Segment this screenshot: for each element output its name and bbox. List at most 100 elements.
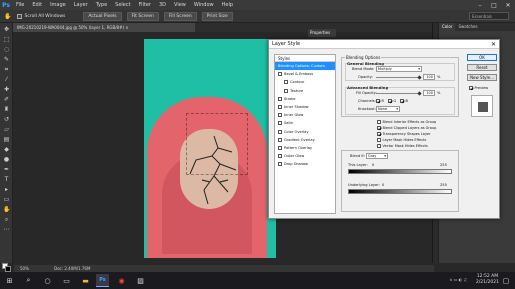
style-checkbox[interactable]: [278, 113, 282, 118]
move-tool-icon[interactable]: ✥: [3, 27, 10, 33]
advanced-option[interactable]: Layer Mask Hides Effects: [377, 138, 426, 142]
style-item[interactable]: Inner Shadow: [275, 103, 335, 111]
fill-opacity-thumb[interactable]: [417, 91, 422, 96]
style-checkbox[interactable]: [278, 121, 282, 126]
style-checkbox[interactable]: [278, 162, 282, 167]
minimize-button[interactable]: –: [473, 0, 487, 10]
brush-tool-icon[interactable]: ✐: [3, 97, 10, 103]
more-tools-icon[interactable]: ⋯: [3, 227, 10, 233]
style-item[interactable]: Pattern Overlay: [275, 144, 335, 152]
maximize-button[interactable]: □: [487, 0, 501, 10]
style-item[interactable]: Gradient Overlay: [275, 136, 335, 144]
dialog-close-icon[interactable]: ✕: [491, 40, 496, 49]
styles-header[interactable]: Styles: [275, 55, 335, 62]
channel-g-checkbox[interactable]: [388, 99, 392, 103]
channel-r-checkbox[interactable]: [376, 99, 380, 103]
eraser-tool-icon[interactable]: ▱: [3, 127, 10, 133]
advanced-option-checkbox[interactable]: [377, 138, 381, 142]
channel-r[interactable]: R: [376, 99, 384, 103]
tab-properties[interactable]: Properties: [308, 29, 336, 37]
opacity-input[interactable]: 100: [423, 74, 435, 80]
advanced-option[interactable]: Blend Interior Effects as Group: [377, 120, 436, 124]
menu-image[interactable]: Image: [46, 2, 70, 8]
channel-b[interactable]: B: [400, 99, 408, 103]
style-item[interactable]: Bevel & Emboss: [275, 70, 335, 78]
menu-window[interactable]: Window: [190, 2, 218, 8]
opacity-slider-thumb[interactable]: [417, 75, 422, 80]
advanced-option-checkbox[interactable]: [377, 120, 381, 124]
notifications-icon[interactable]: ▢: [501, 274, 511, 287]
photoshop-taskbar-icon[interactable]: Ps: [96, 274, 109, 287]
menu-select[interactable]: Select: [111, 2, 134, 8]
style-checkbox[interactable]: [278, 154, 282, 159]
clone-stamp-icon[interactable]: ♜: [3, 107, 10, 113]
history-brush-icon[interactable]: ↺: [3, 117, 10, 123]
menu-filter[interactable]: Filter: [135, 2, 155, 8]
chrome-icon[interactable]: ◉: [115, 274, 128, 287]
dodge-tool-icon[interactable]: ●: [3, 157, 10, 163]
menu-view[interactable]: View: [170, 2, 190, 8]
channel-b-checkbox[interactable]: [400, 99, 404, 103]
cortana-icon[interactable]: ○: [41, 274, 54, 287]
pen-tool-icon[interactable]: ✒: [3, 167, 10, 173]
knockout-select[interactable]: None: [376, 106, 400, 112]
menu-help[interactable]: Help: [218, 2, 237, 8]
system-tray[interactable]: ∧ ▭ ◐ ♫: [449, 277, 467, 282]
underlying-layer-gradient[interactable]: [348, 189, 452, 194]
channel-g[interactable]: G: [388, 99, 396, 103]
style-checkbox[interactable]: [278, 72, 282, 77]
style-item[interactable]: Satin: [275, 119, 335, 127]
eyedropper-tool-icon[interactable]: ⁄: [3, 77, 10, 83]
style-checkbox[interactable]: [278, 96, 282, 101]
zoom-level[interactable]: 50%: [20, 265, 29, 272]
fill-opacity-slider[interactable]: [376, 93, 420, 94]
fill-opacity-input[interactable]: 100: [423, 90, 435, 96]
workspace-select[interactable]: Essentials: [469, 12, 509, 20]
style-item[interactable]: Inner Glow: [275, 111, 335, 119]
hand-tool-icon[interactable]: ✋: [4, 13, 11, 20]
reset-button[interactable]: Reset: [467, 64, 497, 71]
blend-if-select[interactable]: Gray: [366, 153, 388, 159]
quick-select-tool-icon[interactable]: ✎: [3, 57, 10, 63]
style-item[interactable]: Contour: [275, 78, 335, 86]
advanced-option[interactable]: Transparency Shapes Layer: [377, 132, 431, 136]
advanced-option-checkbox[interactable]: [377, 126, 381, 130]
advanced-option[interactable]: Blend Clipped Layers as Group: [377, 126, 436, 130]
fit-screen-button[interactable]: Fit Screen: [126, 11, 159, 21]
taskbar-clock[interactable]: 12:52 AM 2/21/2021: [476, 274, 499, 286]
type-tool-icon[interactable]: T: [3, 177, 10, 183]
healing-brush-icon[interactable]: ✚: [3, 87, 10, 93]
new-style-button[interactable]: New Style...: [467, 74, 497, 81]
print-size-button[interactable]: Print Size: [201, 11, 233, 21]
menu-type[interactable]: Type: [92, 2, 111, 8]
advanced-option[interactable]: Vector Mask Hides Effects: [377, 144, 428, 148]
tab-swatches[interactable]: Swatches: [455, 23, 480, 31]
style-checkbox[interactable]: [278, 145, 282, 150]
style-item[interactable]: Color Overlay: [275, 128, 335, 136]
opacity-slider[interactable]: [376, 77, 420, 78]
fill-screen-button[interactable]: Fill Screen: [163, 11, 197, 21]
search-icon[interactable]: ⌕: [22, 274, 35, 287]
file-explorer-icon[interactable]: ▬: [79, 274, 92, 287]
close-window-button[interactable]: ✕: [501, 0, 515, 10]
style-item[interactable]: Texture: [275, 87, 335, 95]
rectangle-tool-icon[interactable]: ▭: [3, 197, 10, 203]
menu-edit[interactable]: Edit: [28, 2, 46, 8]
hand-tool-icon[interactable]: ✋: [3, 207, 10, 213]
style-checkbox[interactable]: [284, 80, 288, 85]
photos-icon[interactable]: ▨: [134, 274, 147, 287]
style-item[interactable]: Blending Options: Custom: [275, 62, 335, 71]
crop-tool-icon[interactable]: ⌗: [3, 67, 10, 73]
lasso-tool-icon[interactable]: ◌: [3, 47, 10, 53]
style-checkbox[interactable]: [278, 137, 282, 142]
blend-mode-select[interactable]: Multiply: [376, 66, 422, 72]
style-checkbox[interactable]: [278, 105, 282, 110]
scroll-all-checkbox[interactable]: Scroll All Windows: [17, 13, 65, 19]
document-tab[interactable]: IMG-20210219-WA0044.jpg @ 50% (layer 1, …: [13, 23, 195, 32]
task-view-icon[interactable]: ▭: [60, 274, 73, 287]
advanced-option-checkbox[interactable]: [377, 132, 381, 136]
style-item[interactable]: Drop Shadow: [275, 160, 335, 168]
style-item[interactable]: Outer Glow: [275, 152, 335, 160]
this-layer-gradient[interactable]: [348, 169, 452, 174]
photo-canvas[interactable]: [144, 39, 276, 258]
